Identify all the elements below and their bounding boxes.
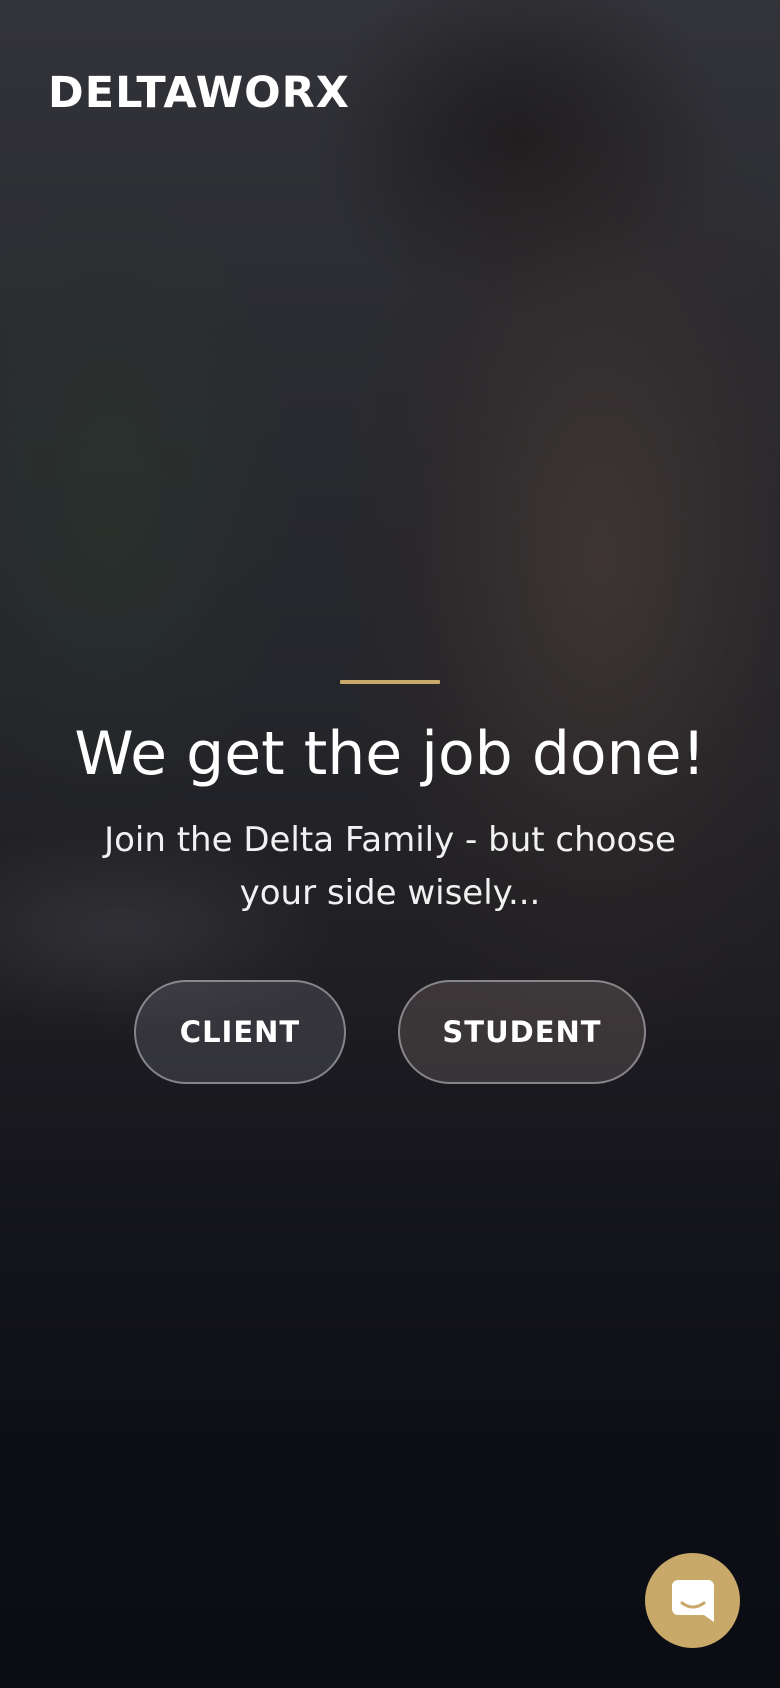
client-button[interactable]: CLIENT [134, 980, 346, 1084]
chat-launcher-button[interactable] [645, 1553, 740, 1648]
accent-divider [340, 680, 440, 684]
landing-page: DELTAWORX We get the job done! Join the … [0, 0, 780, 1688]
hero-headline: We get the job done! [74, 719, 706, 789]
chat-bubble-icon [671, 1579, 714, 1622]
brand-logo[interactable]: DELTAWORX [48, 68, 350, 118]
student-button[interactable]: STUDENT [398, 980, 646, 1084]
hero-subline: Join the Delta Family - but choose your … [104, 820, 676, 913]
hero-section: We get the job done! Join the Delta Fami… [0, 680, 780, 920]
